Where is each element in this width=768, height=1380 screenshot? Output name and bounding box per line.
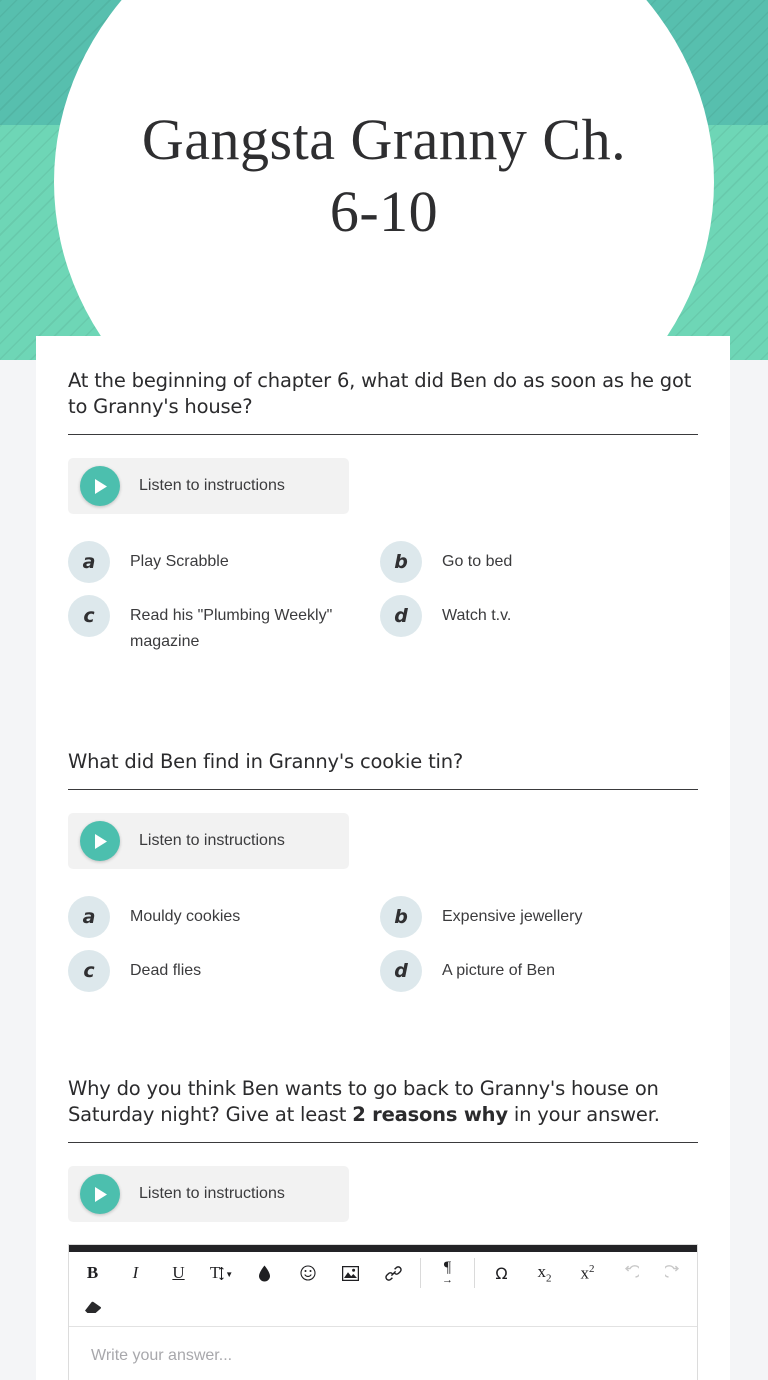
text-color-icon[interactable] (243, 1256, 286, 1290)
superscript-icon[interactable]: x2 (566, 1256, 609, 1290)
answer-textarea[interactable]: Write your answer... (69, 1327, 697, 1380)
option-a-1[interactable]: a Play Scrabble (68, 535, 380, 589)
option-label-a-1: Play Scrabble (130, 553, 229, 570)
option-label-c-1: Read his "Plumbing Weekly" magazine (130, 607, 333, 650)
special-character-icon[interactable]: Ω (480, 1256, 523, 1290)
undo-icon[interactable] (609, 1256, 652, 1290)
editor-top-bar (69, 1245, 697, 1252)
option-b-1[interactable]: b Go to bed (380, 535, 692, 589)
question-divider-2 (68, 789, 698, 790)
option-letter-d-1: d (380, 595, 422, 637)
listen-label-3: Listen to instructions (139, 1185, 285, 1202)
question-divider-1 (68, 434, 698, 435)
question-prompt-3-part-3: in your answer. (507, 1103, 660, 1126)
questions-card: At the beginning of chapter 6, what did … (36, 336, 730, 1380)
subscript-icon[interactable]: x2 (523, 1256, 566, 1290)
options-grid-2: a Mouldy cookies b Expensive jewellery c… (68, 890, 698, 998)
listen-label-1: Listen to instructions (139, 477, 285, 494)
option-label-a-2: Mouldy cookies (130, 908, 241, 925)
play-icon-1[interactable] (80, 466, 120, 506)
option-letter-b-2: b (380, 896, 422, 938)
listen-to-instructions-button-2[interactable]: Listen to instructions (68, 813, 349, 869)
option-label-d-2: A picture of Ben (442, 962, 555, 979)
question-prompt-1-text: At the beginning of chapter 6, what did … (68, 369, 692, 418)
option-label-c-2: Dead flies (130, 962, 202, 979)
question-prompt-2-text: What did Ben find in Granny's cookie tin… (68, 750, 464, 773)
paragraph-direction-icon[interactable]: ¶ → (426, 1256, 469, 1290)
chevron-down-icon: ▼ (225, 1269, 234, 1279)
question-prompt-3: Why do you think Ben wants to go back to… (68, 1076, 698, 1128)
worksheet-page: Gangsta Granny Ch. 6-10 At the beginning… (0, 0, 768, 1380)
rich-text-editor: B I U T ▼ ¶ → Ω x2 x2 Write your answer.… (68, 1244, 698, 1380)
image-icon[interactable] (329, 1256, 372, 1290)
listen-to-instructions-button-3[interactable]: Listen to instructions (68, 1166, 349, 1222)
question-block-3: Why do you think Ben wants to go back to… (68, 1050, 698, 1380)
option-d-2[interactable]: d A picture of Ben (380, 944, 692, 998)
question-prompt-1: At the beginning of chapter 6, what did … (68, 368, 698, 420)
option-letter-a-1: a (68, 541, 110, 583)
option-label-b-1: Go to bed (442, 553, 513, 570)
redo-icon[interactable] (652, 1256, 695, 1290)
options-grid-1: a Play Scrabble b Go to bed c Read his "… (68, 535, 698, 661)
option-label-b-2: Expensive jewellery (442, 908, 583, 925)
title-banner: Gangsta Granny Ch. 6-10 (0, 0, 768, 360)
toolbar-separator-1 (420, 1258, 421, 1288)
question-prompt-2: What did Ben find in Granny's cookie tin… (68, 749, 698, 775)
font-size-icon[interactable]: T ▼ (200, 1256, 243, 1290)
play-icon-3[interactable] (80, 1174, 120, 1214)
italic-icon[interactable]: I (114, 1256, 157, 1290)
listen-to-instructions-button-1[interactable]: Listen to instructions (68, 458, 349, 514)
question-block-1: At the beginning of chapter 6, what did … (68, 336, 698, 661)
option-b-2[interactable]: b Expensive jewellery (380, 890, 692, 944)
clear-formatting-icon[interactable] (71, 1290, 114, 1324)
question-block-2: What did Ben find in Granny's cookie tin… (68, 723, 698, 998)
question-prompt-3-emphasis: 2 reasons why (352, 1103, 508, 1126)
option-letter-d-2: d (380, 950, 422, 992)
play-icon-2[interactable] (80, 821, 120, 861)
option-letter-b-1: b (380, 541, 422, 583)
toolbar-separator-2 (474, 1258, 475, 1288)
option-label-d-1: Watch t.v. (442, 607, 512, 624)
bold-icon[interactable]: B (71, 1256, 114, 1290)
option-a-2[interactable]: a Mouldy cookies (68, 890, 380, 944)
option-letter-c-2: c (68, 950, 110, 992)
option-c-2[interactable]: c Dead flies (68, 944, 380, 998)
section-spacer-2 (68, 998, 698, 1050)
editor-toolbar: B I U T ▼ ¶ → Ω x2 x2 (69, 1252, 697, 1327)
option-letter-a-2: a (68, 896, 110, 938)
section-spacer-1 (68, 661, 698, 723)
underline-icon[interactable]: U (157, 1256, 200, 1290)
option-letter-c-1: c (68, 595, 110, 637)
link-icon[interactable] (372, 1256, 415, 1290)
page-title: Gangsta Granny Ch. 6-10 (141, 107, 627, 244)
option-d-1[interactable]: d Watch t.v. (380, 589, 692, 661)
emoji-icon[interactable] (286, 1256, 329, 1290)
option-c-1[interactable]: c Read his "Plumbing Weekly" magazine (68, 589, 380, 661)
listen-label-2: Listen to instructions (139, 832, 285, 849)
question-divider-3 (68, 1142, 698, 1143)
